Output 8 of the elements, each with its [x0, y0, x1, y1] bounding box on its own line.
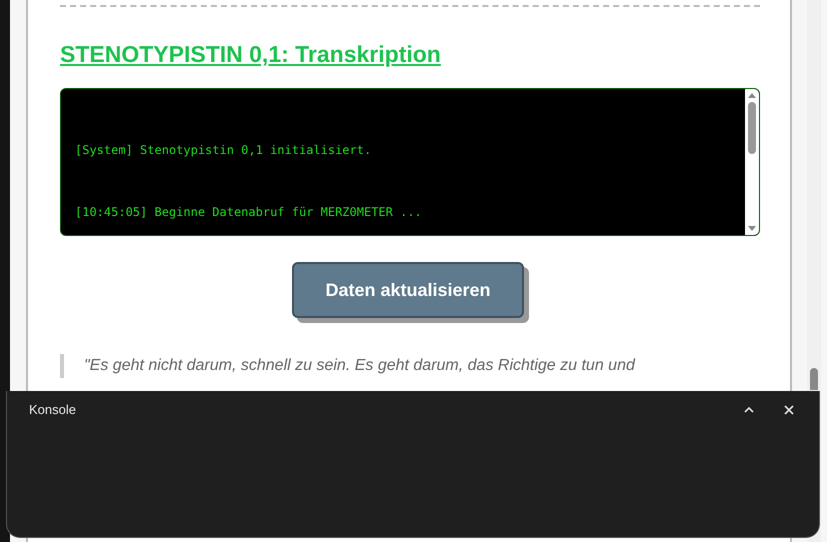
section-title[interactable]: STENOTYPISTIN 0,1: Transkription: [60, 41, 760, 68]
close-icon[interactable]: [783, 404, 795, 416]
scrollbar-thumb[interactable]: [810, 368, 818, 390]
log-line: [System] Stenotypistin 0,1 initialisiert.: [75, 143, 372, 157]
log-line: [10:45:05] Beginne Datenabruf für MERZ0METER ...: [75, 205, 423, 219]
quote-text: "Es geht nicht darum, schnell zu sein. Es geht darum, das Richtige zu tun und: [84, 356, 636, 376]
console-title: Konsole: [29, 402, 76, 417]
scrollbar[interactable]: [745, 89, 759, 235]
